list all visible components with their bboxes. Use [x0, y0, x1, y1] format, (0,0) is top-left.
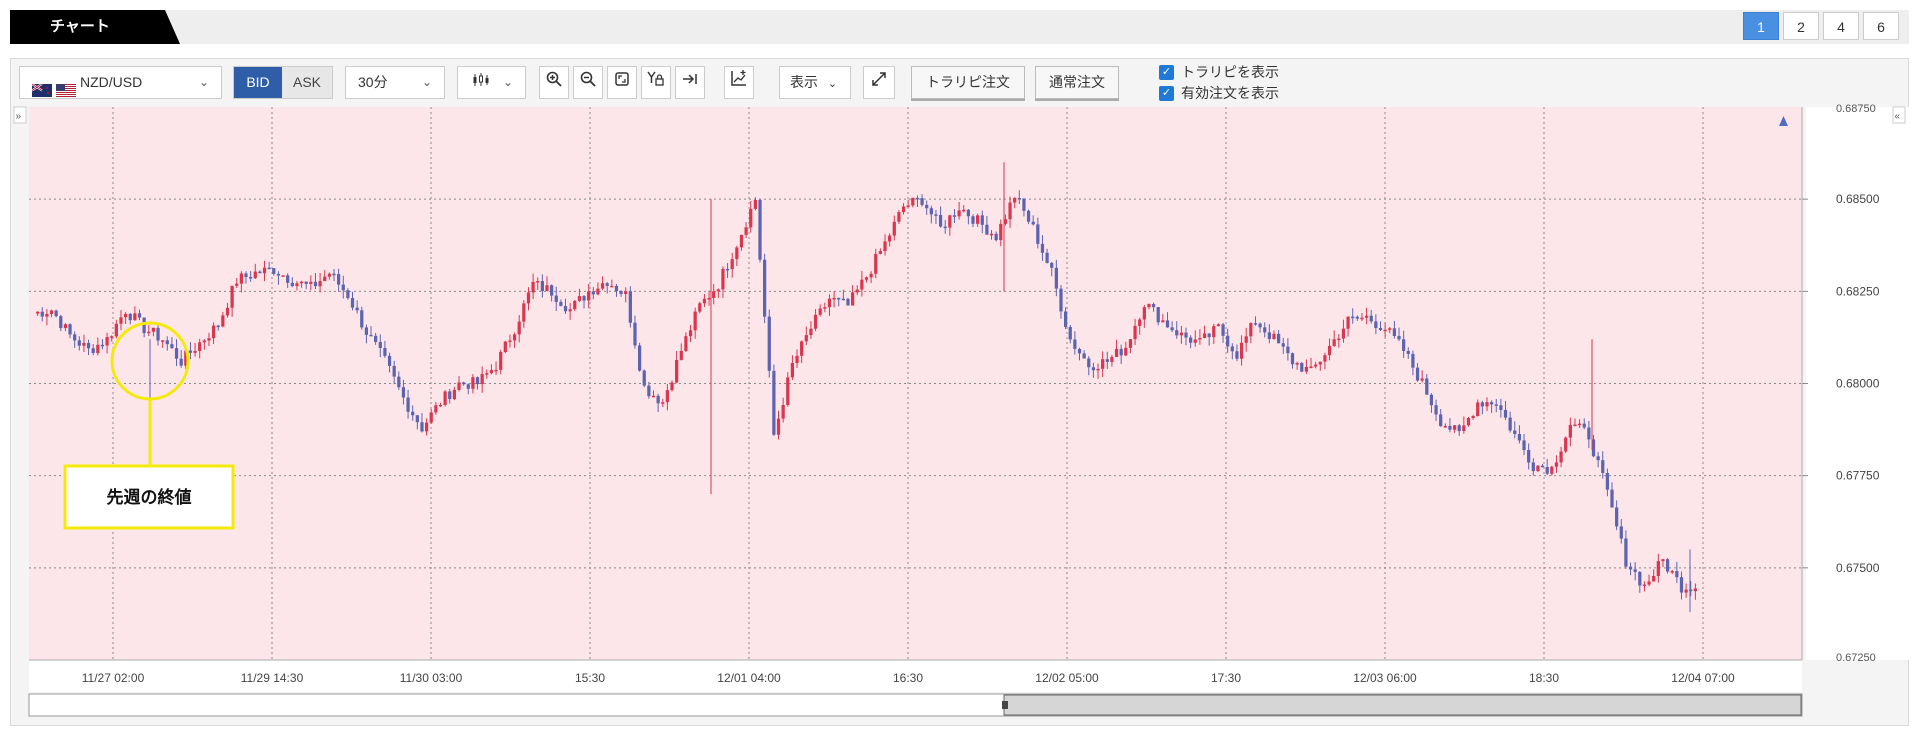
show-trail-checkbox[interactable]: ✓ トラリピを表示 — [1159, 62, 1279, 83]
show-orders-label: 有効注文を表示 — [1181, 85, 1279, 101]
double-chevron-down-icon: ⌄ — [827, 78, 838, 90]
normal-order-button[interactable]: 通常注文 — [1035, 66, 1119, 99]
layout-2-button[interactable]: 2 — [1783, 12, 1819, 40]
show-trail-label: トラリピを表示 — [1181, 64, 1279, 80]
chart-toolbar: NZD/USD ⌄ BID ASK 30分 ⌄ ⌄ 表示 ⌄ トラリピ注文 通常… — [11, 59, 1908, 107]
bid-button[interactable]: BID — [234, 67, 282, 98]
chevron-down-icon: ⌄ — [502, 75, 513, 89]
display-label: 表示 — [790, 74, 818, 90]
candlestick-icon — [472, 73, 490, 90]
ask-button[interactable]: ASK — [282, 67, 332, 98]
nz-flag-icon — [31, 77, 52, 97]
top-bar: チャート 1 2 4 6 — [10, 10, 1909, 44]
scroll-to-latest-icon[interactable] — [675, 66, 705, 99]
checkmark-icon: ✓ — [1159, 65, 1174, 80]
us-flag-icon — [56, 77, 76, 97]
bid-ask-toggle: BID ASK — [233, 66, 333, 99]
zoom-out-icon[interactable] — [573, 66, 603, 99]
chart-panel: NZD/USD ⌄ BID ASK 30分 ⌄ ⌄ 表示 ⌄ トラリピ注文 通常… — [10, 58, 1909, 726]
checkmark-icon: ✓ — [1159, 86, 1174, 101]
symbol-label: NZD/USD — [80, 74, 143, 90]
period-label: 30分 — [358, 74, 388, 90]
period-select[interactable]: 30分 ⌄ — [345, 66, 445, 99]
add-indicator-icon[interactable] — [724, 66, 754, 99]
chart-tab[interactable]: チャート — [10, 10, 180, 44]
layout-6-button[interactable]: 6 — [1863, 12, 1899, 40]
display-menu[interactable]: 表示 ⌄ — [779, 66, 851, 99]
show-orders-checkbox[interactable]: ✓ 有効注文を表示 — [1159, 83, 1279, 104]
fit-screen-icon[interactable] — [607, 66, 637, 99]
y-axis-lock-icon[interactable] — [641, 66, 671, 99]
expand-icon[interactable] — [863, 66, 895, 99]
layout-buttons: 1 2 4 6 — [1743, 12, 1899, 40]
zoom-in-icon[interactable] — [539, 66, 569, 99]
layout-4-button[interactable]: 4 — [1823, 12, 1859, 40]
layout-1-button[interactable]: 1 — [1743, 12, 1779, 40]
chevron-down-icon: ⌄ — [421, 75, 432, 89]
chart-type-select[interactable]: ⌄ — [457, 66, 526, 99]
display-checkboxes: ✓ トラリピを表示 ✓ 有効注文を表示 — [1159, 62, 1279, 104]
symbol-select[interactable]: NZD/USD ⌄ — [19, 66, 222, 99]
trail-order-button[interactable]: トラリピ注文 — [911, 66, 1025, 99]
chevron-down-icon: ⌄ — [198, 75, 209, 89]
